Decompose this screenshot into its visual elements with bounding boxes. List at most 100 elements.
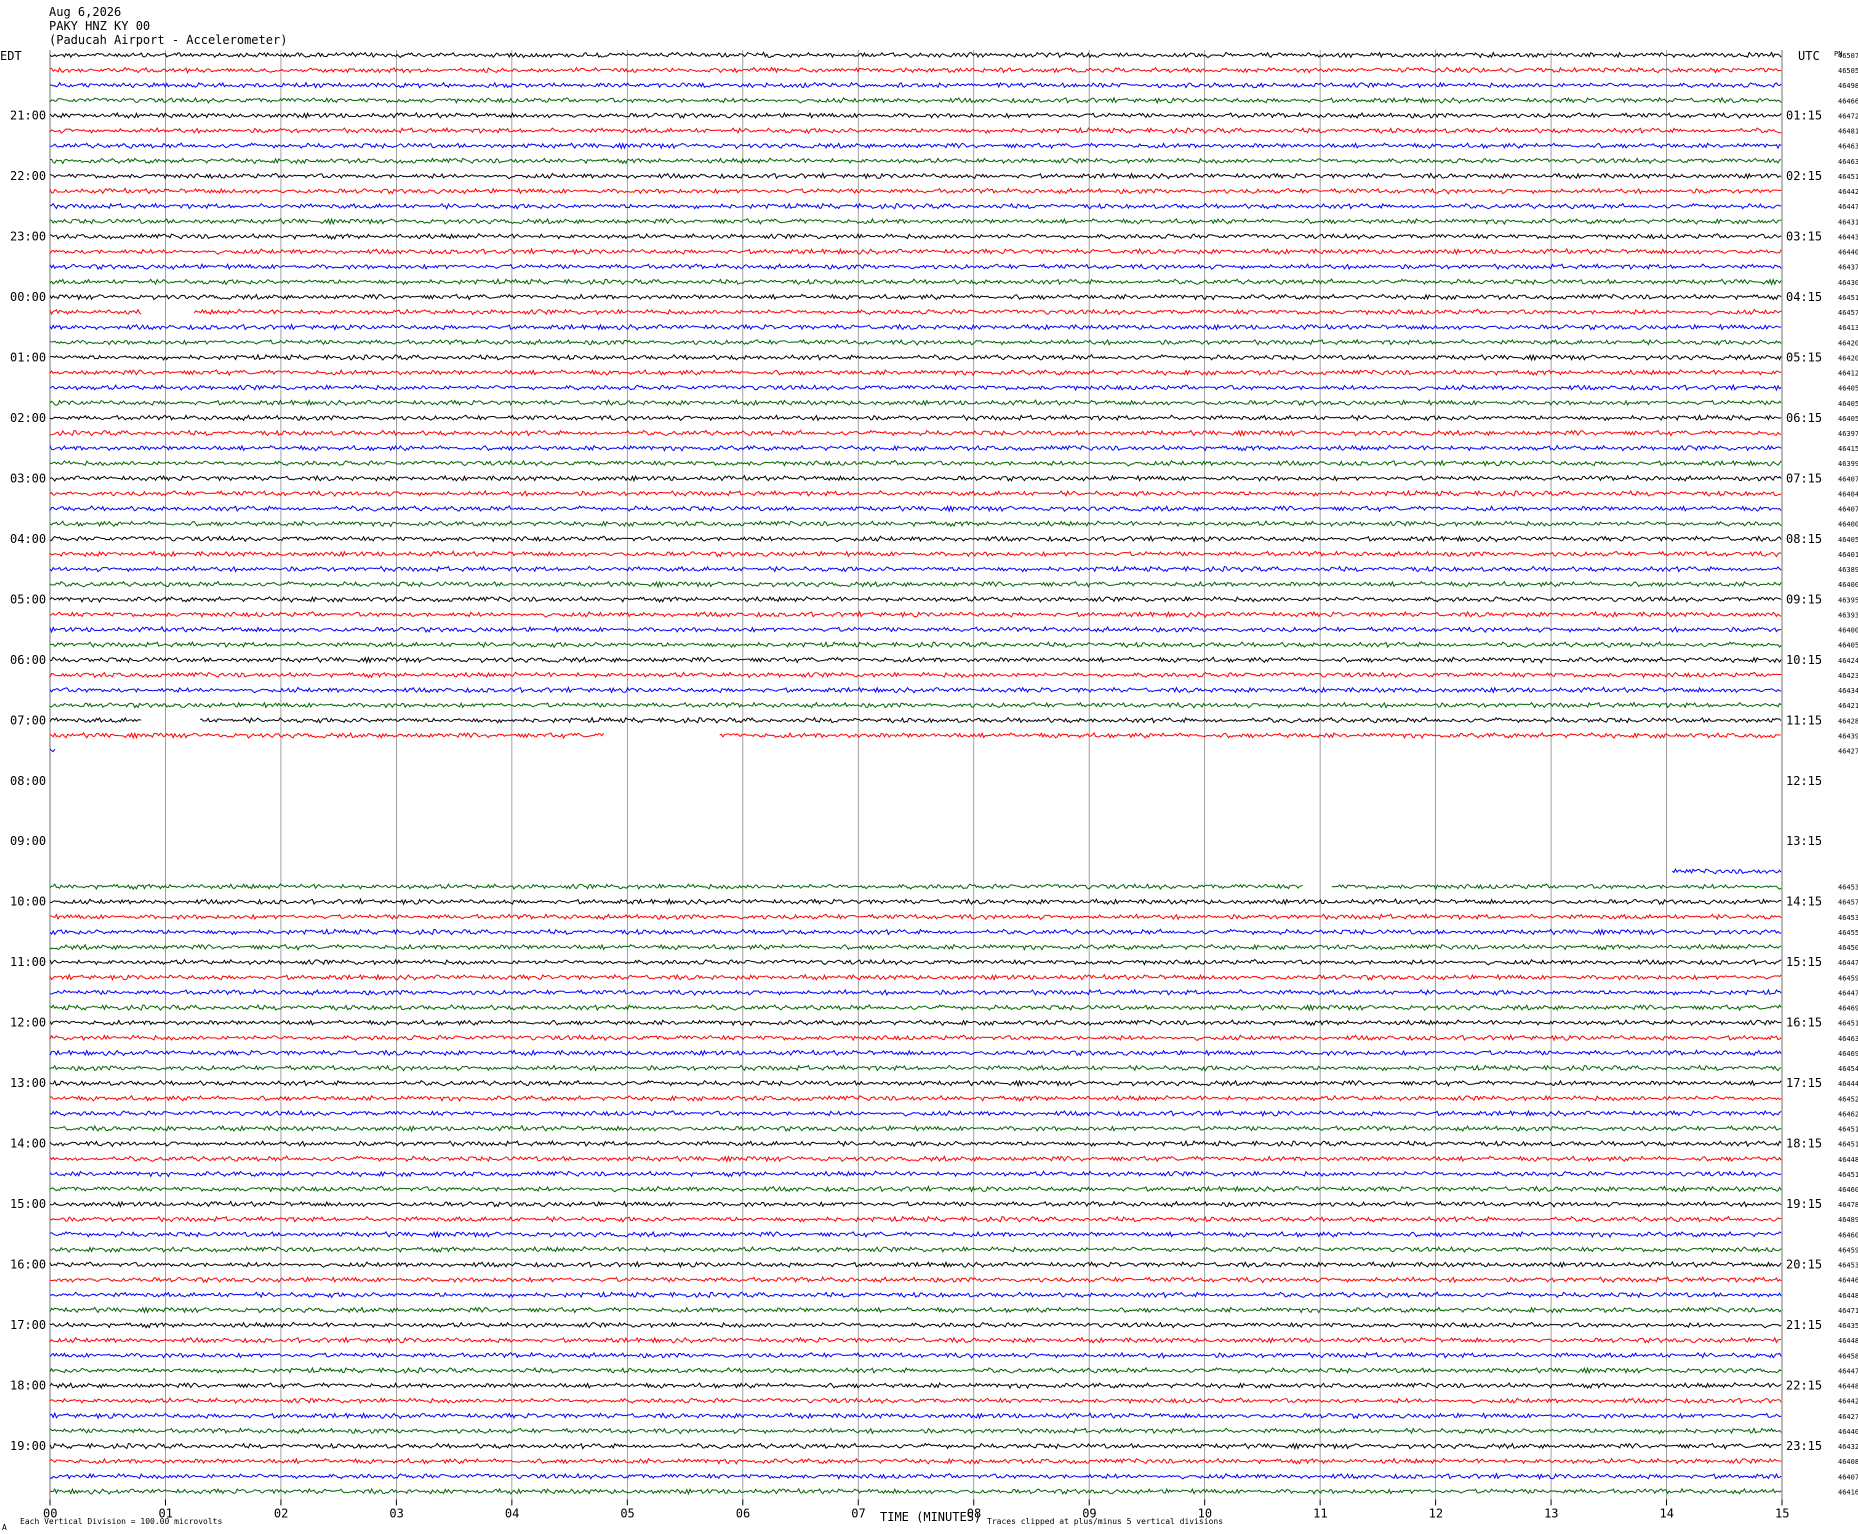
trace-line: [49, 1457, 1782, 1465]
trace-line: [49, 883, 1303, 891]
trace-line: [49, 308, 142, 316]
row-value-label: 46420: [1838, 339, 1858, 347]
trace-line: [49, 1442, 1782, 1451]
row-value-label: 46413: [1838, 324, 1858, 332]
left-hour-label: 07:00: [10, 713, 46, 727]
left-hour-label: 16:00: [10, 1258, 46, 1272]
trace-line: [49, 897, 1782, 906]
x-tick-label: 04: [505, 1506, 519, 1520]
right-hour-label: 01:15: [1786, 108, 1822, 122]
row-value-label: 46453: [1838, 1262, 1858, 1270]
row-value-label: 46420: [1838, 354, 1858, 362]
left-hour-label: 01:00: [10, 350, 46, 364]
trace-line: [49, 550, 1782, 558]
row-value-label: 46397: [1838, 430, 1858, 438]
trace-line: [49, 429, 1782, 438]
row-value-label: 46463: [1838, 1035, 1858, 1043]
left-hour-label: 04:00: [10, 532, 46, 546]
trace-line: [49, 368, 1782, 377]
trace-line: [49, 913, 1782, 921]
x-axis-title: TIME (MINUTES): [880, 1510, 981, 1524]
trace-lines: [49, 51, 1782, 1496]
x-tick-label: 02: [274, 1506, 288, 1520]
trace-line: [49, 1019, 1782, 1027]
trace-line: [49, 1124, 1782, 1133]
row-value-label: 46452: [1838, 1095, 1858, 1103]
row-value-label: 46451: [1838, 1171, 1858, 1179]
left-hour-label: 23:00: [10, 229, 46, 243]
row-value-label: 46430: [1838, 279, 1858, 287]
right-hour-label: 03:15: [1786, 229, 1822, 243]
trace-line: [49, 81, 1782, 89]
row-value-label: 46472: [1838, 112, 1858, 120]
trace-line: [49, 1094, 1782, 1103]
row-value-label: 46399: [1838, 460, 1858, 468]
trace-line: [49, 1381, 1782, 1390]
right-hour-label: 16:15: [1786, 1016, 1822, 1030]
trace-line: [49, 277, 1782, 286]
trace-line: [49, 1155, 1782, 1163]
row-value-label: 46389: [1838, 566, 1858, 574]
trace-line: [49, 171, 1782, 180]
trace-line: [49, 1397, 1782, 1405]
trace-line: [49, 202, 1782, 210]
trace-line: [49, 459, 1782, 467]
row-value-label: 46400: [1838, 521, 1858, 529]
right-hour-label: 23:15: [1786, 1439, 1822, 1453]
trace-line: [49, 565, 1782, 573]
left-hour-label: 22:00: [10, 169, 46, 183]
trace-line: [49, 247, 1782, 256]
trace-line: [193, 308, 1782, 316]
trace-line: [49, 1472, 1782, 1481]
row-value-label: 46437: [1838, 264, 1858, 272]
right-hour-label: 20:15: [1786, 1258, 1822, 1272]
left-hour-label: 14:00: [10, 1137, 46, 1151]
row-value-label: 46431: [1838, 218, 1858, 226]
right-hour-label: 02:15: [1786, 169, 1822, 183]
row-value-label: 46407: [1838, 475, 1858, 483]
left-hour-label: 03:00: [10, 471, 46, 485]
trace-line: [49, 111, 1782, 120]
x-tick-label: 06: [736, 1506, 750, 1520]
trace-line: [49, 489, 1782, 498]
trace-line: [49, 1427, 1782, 1435]
trace-line: [49, 1184, 1782, 1193]
trace-line: [49, 444, 1782, 452]
x-tick-label: 03: [389, 1506, 403, 1520]
row-value-label: 46469: [1838, 1050, 1858, 1058]
clip-note: Traces clipped at plus/minus 5 vertical …: [987, 1517, 1223, 1526]
row-value-label: 46463: [1838, 143, 1858, 151]
row-value-label: 46489: [1838, 1216, 1858, 1224]
row-value-label: 46453: [1838, 914, 1858, 922]
left-hour-label: 13:00: [10, 1076, 46, 1090]
trace-line: [49, 1109, 1782, 1118]
row-value-label: 46481: [1838, 128, 1858, 136]
left-hour-label: 05:00: [10, 592, 46, 606]
trace-line: [1331, 883, 1782, 891]
left-hour-label: 00:00: [10, 290, 46, 304]
row-value-label: 46405: [1838, 385, 1858, 393]
trace-line: [49, 1411, 1782, 1420]
right-hour-label: 14:15: [1786, 895, 1822, 909]
row-value-label: 46469: [1838, 1005, 1858, 1013]
left-hour-label: 15:00: [10, 1197, 46, 1211]
left-hour-label: 12:00: [10, 1016, 46, 1030]
row-value-label: 46442: [1838, 188, 1858, 196]
row-value-label: 46407: [1838, 1473, 1858, 1481]
trace-line: [49, 1336, 1782, 1345]
row-value-label: 46407: [1838, 506, 1858, 514]
left-hour-label: 08:00: [10, 774, 46, 788]
trace-line: [49, 1200, 1782, 1208]
row-value-label: 46428: [1838, 717, 1858, 725]
row-value-label: 46462: [1838, 1110, 1858, 1118]
left-hour-label: 02:00: [10, 411, 46, 425]
trace-line: [49, 1487, 1782, 1496]
row-value-label: 46458: [1838, 1352, 1858, 1360]
row-value-label: 46478: [1838, 1201, 1858, 1209]
trace-line: [49, 1351, 1782, 1359]
trace-line: [49, 973, 1782, 982]
trace-line: [49, 293, 1782, 301]
trace-line: [49, 701, 1782, 709]
row-value-label: 46440: [1838, 249, 1858, 257]
row-value-label: 46454: [1838, 1065, 1858, 1073]
